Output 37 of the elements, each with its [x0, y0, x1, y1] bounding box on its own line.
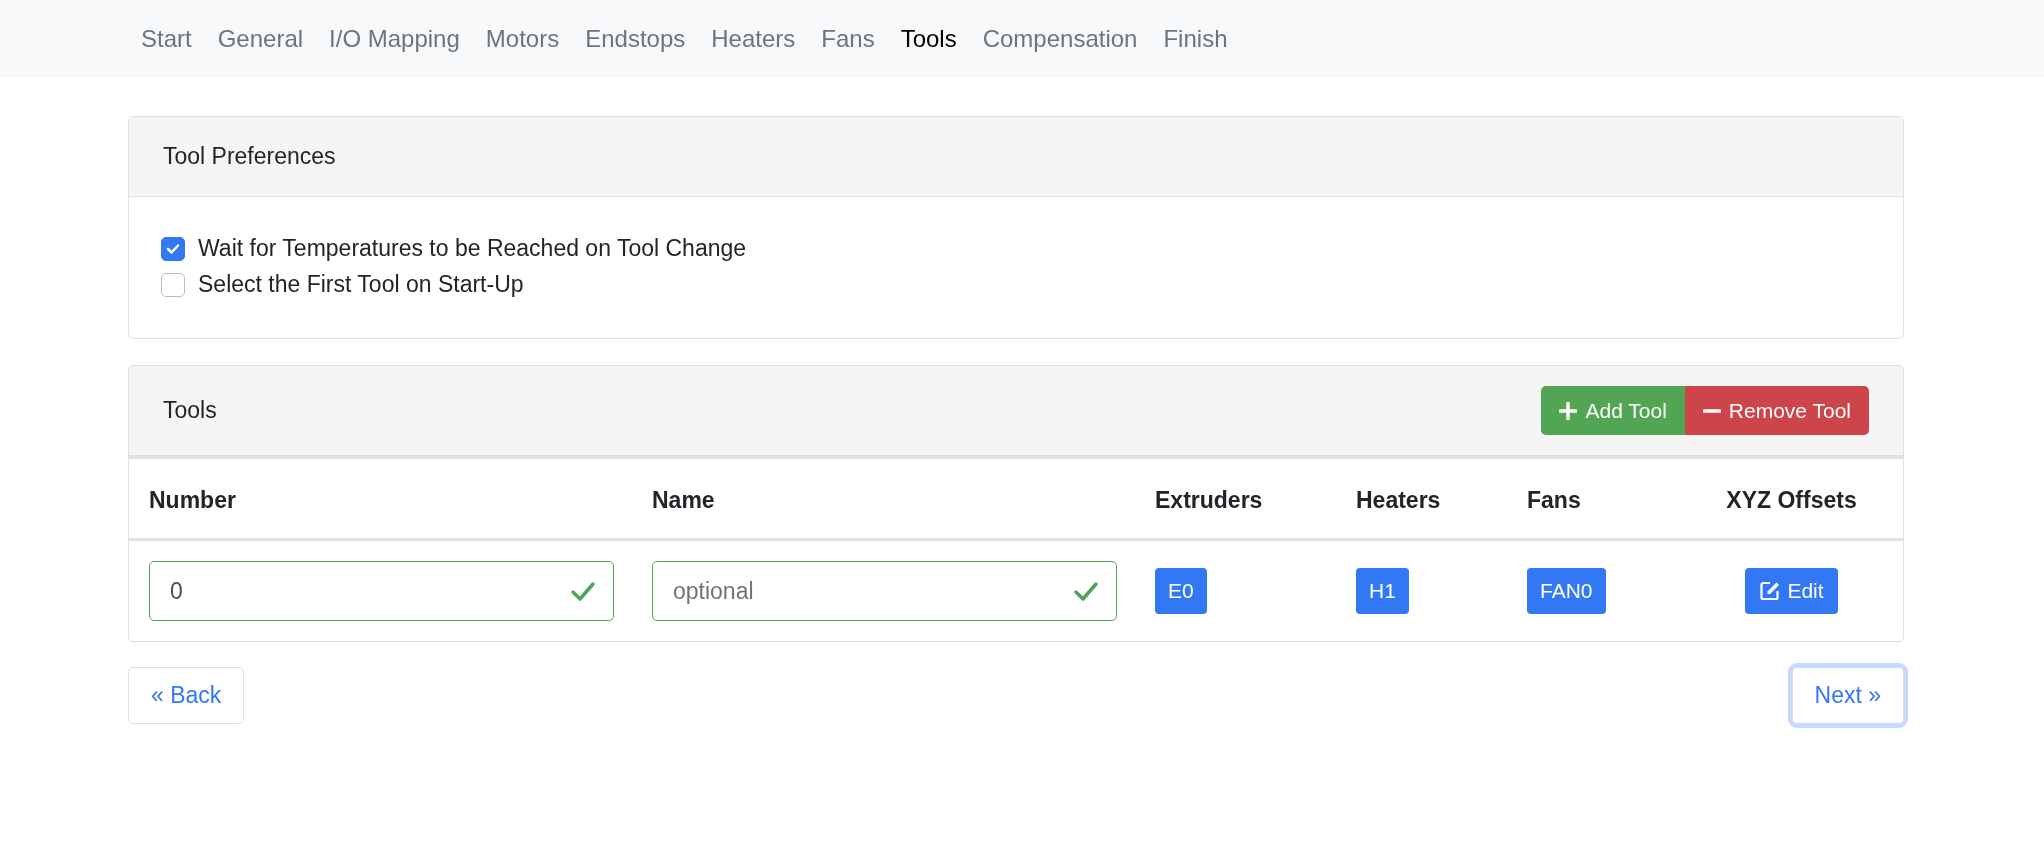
nav-tab[interactable]: Compensation	[969, 25, 1151, 53]
nav-tab[interactable]: Heaters	[698, 25, 809, 53]
name-input-field[interactable]: optional	[652, 561, 1117, 621]
number-input-field[interactable]: 0	[149, 561, 614, 621]
plus-icon	[1559, 401, 1578, 420]
assignment-badge[interactable]: H1	[1356, 568, 1409, 614]
column-header: Number	[149, 487, 236, 513]
checkbox[interactable]	[161, 272, 185, 297]
nav-tab[interactable]: I/O Mapping	[316, 25, 473, 53]
nav-tab[interactable]: General	[204, 25, 317, 53]
column-header: Fans	[1527, 487, 1581, 513]
remove-tool-button[interactable]: Remove Tool	[1684, 386, 1869, 435]
nav-tab[interactable]: Fans	[808, 25, 888, 53]
minus-icon	[1702, 408, 1721, 413]
check-icon	[166, 242, 180, 255]
back-button[interactable]: « Back	[128, 667, 245, 724]
card-title: Tool Preferences	[163, 143, 336, 170]
assignment-badge[interactable]: FAN0	[1527, 568, 1606, 614]
assignment-badge[interactable]: E0	[1155, 568, 1207, 614]
column-header: XYZ Offsets	[1726, 487, 1857, 513]
column-header: Heaters	[1356, 487, 1441, 513]
checkbox-label: Select the First Tool on Start-Up	[198, 271, 524, 298]
nav-tab[interactable]: Start	[128, 25, 205, 53]
checkbox[interactable]	[161, 236, 185, 261]
checkmark-icon	[1073, 580, 1099, 602]
nav-tab[interactable]: Motors	[472, 25, 573, 53]
checkmark-icon	[570, 580, 596, 602]
checkbox-label: Wait for Temperatures to be Reached on Tool Change	[198, 235, 747, 262]
card-title: Tools	[163, 397, 217, 424]
nav-tab[interactable]: Tools	[887, 25, 970, 53]
nav-tab[interactable]: Finish	[1150, 25, 1241, 53]
edit-icon	[1759, 580, 1782, 602]
nav-tab[interactable]: Endstops	[572, 25, 699, 53]
add-tool-button[interactable]: Add Tool	[1541, 386, 1685, 435]
column-header: Extruders	[1155, 487, 1263, 513]
column-header: Name	[652, 487, 715, 513]
edit-button[interactable]: Edit	[1745, 568, 1838, 614]
